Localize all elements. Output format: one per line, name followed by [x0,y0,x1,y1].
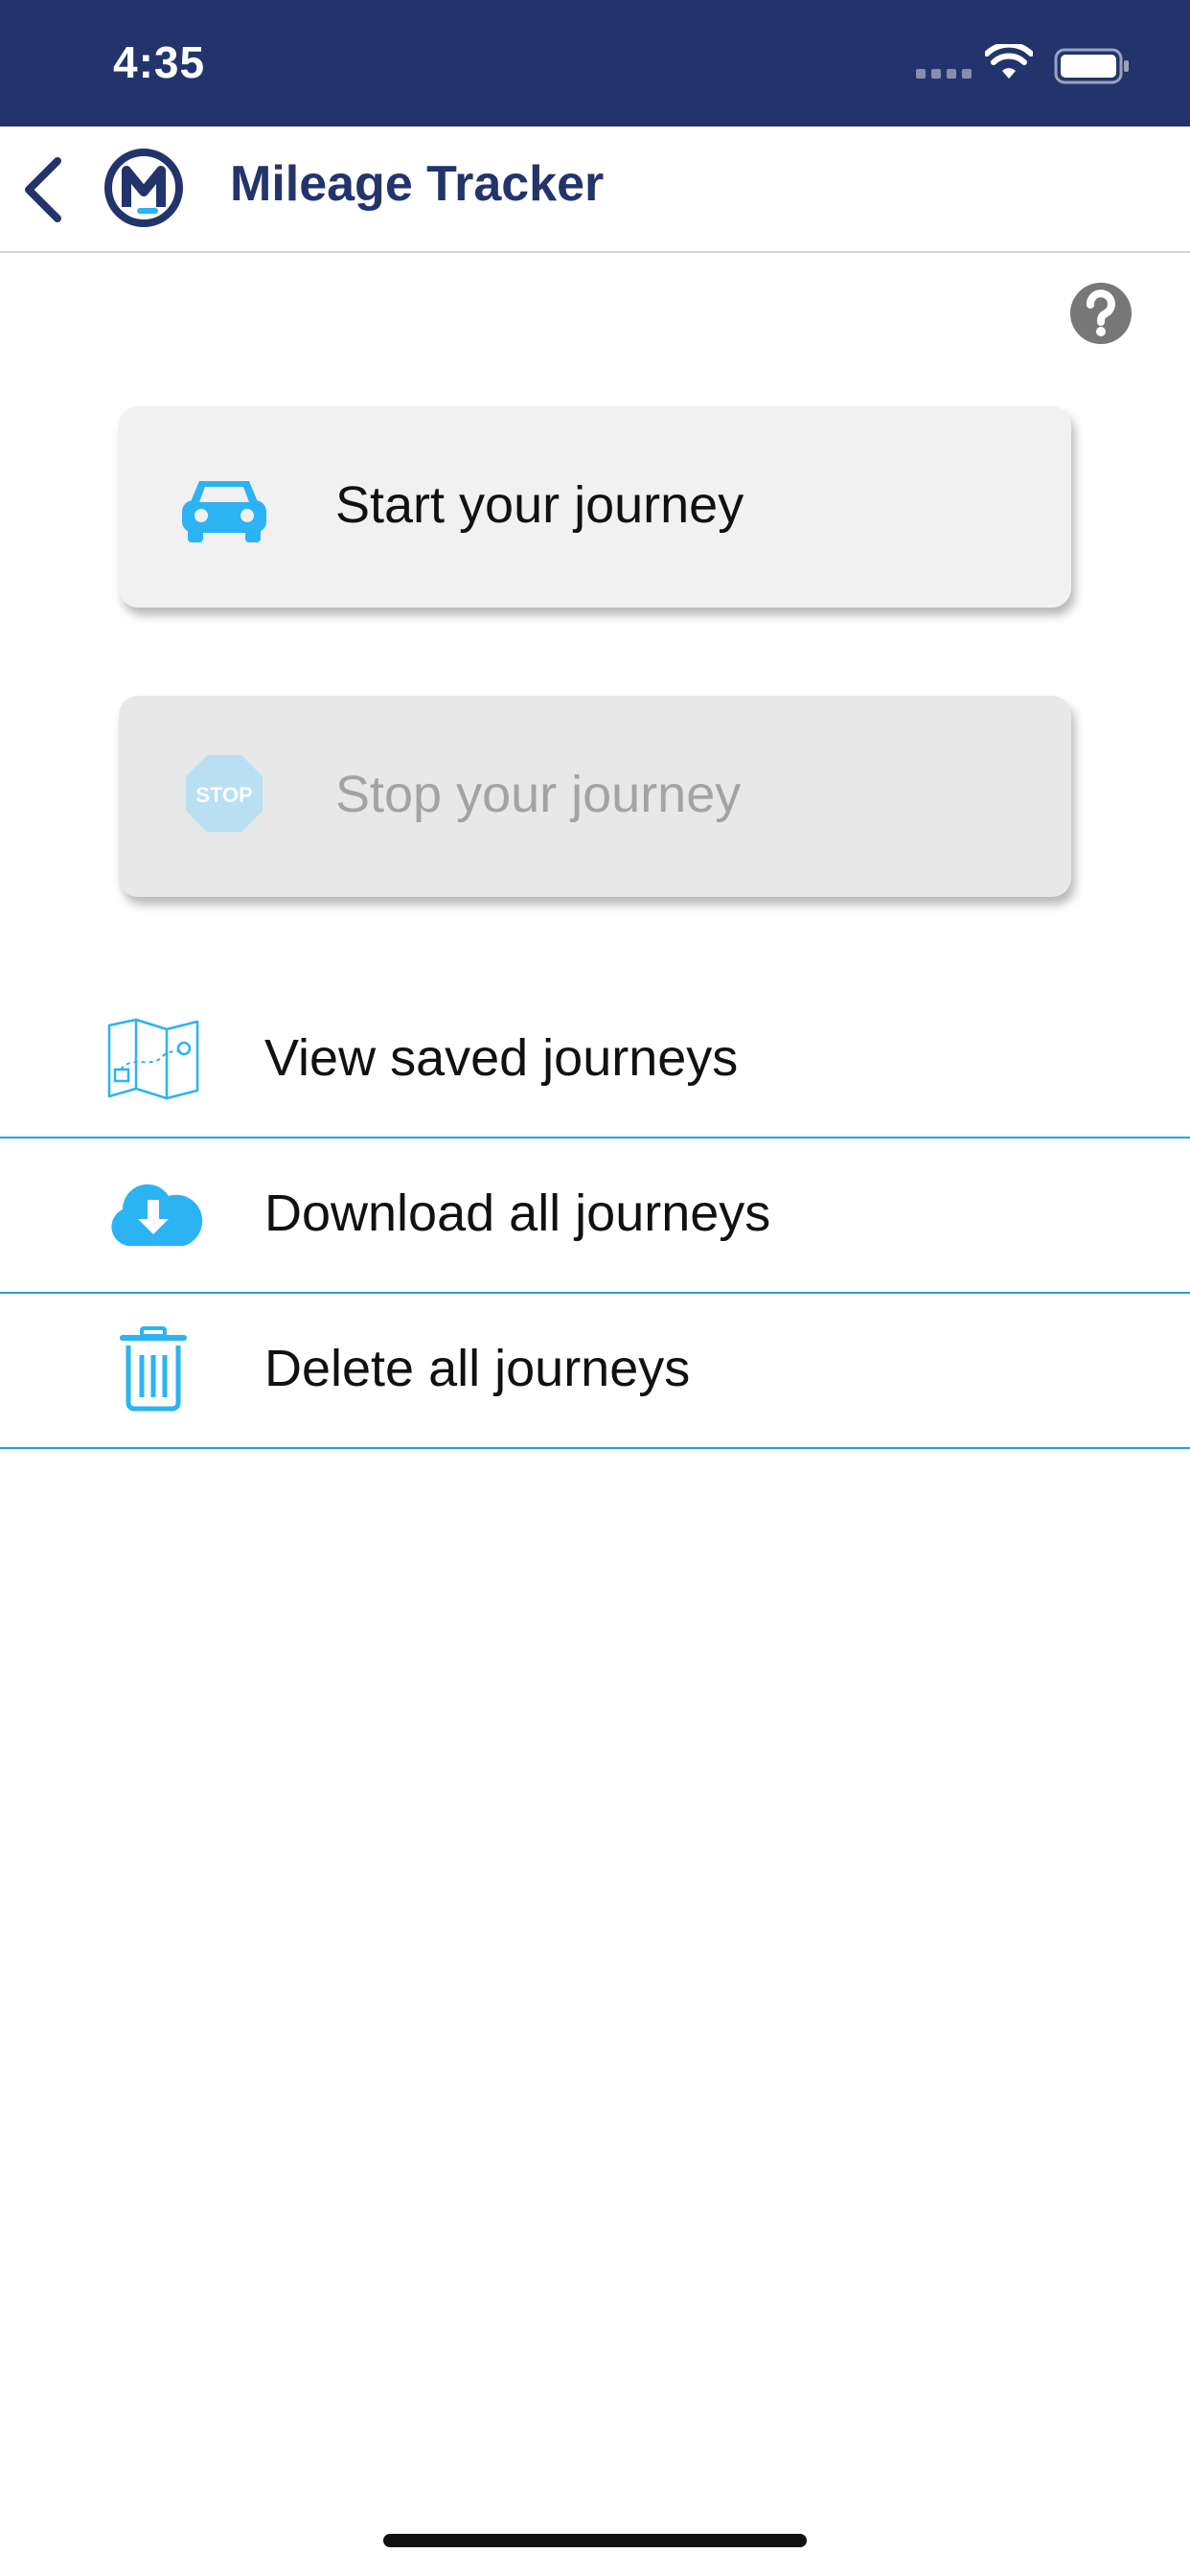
app-logo [104,149,183,227]
map-icon [107,1018,199,1100]
download-all-journeys-label: Download all journeys [264,1184,771,1242]
stop-journey-button[interactable]: STOP Stop your journey [119,696,1071,897]
cloud-download-icon [111,1184,203,1246]
navigation-bar: Mileage Tracker [0,126,1190,253]
status-bar: 4:35 [0,0,1190,126]
cellular-signal-icon [916,69,972,79]
svg-text:STOP: STOP [195,783,253,807]
stop-sign-icon: STOP [186,755,263,832]
wifi-icon [985,44,1033,79]
delete-all-journeys-label: Delete all journeys [264,1340,691,1397]
delete-all-journeys-row[interactable]: Delete all journeys [0,1292,1190,1449]
page-title: Mileage Tracker [230,156,605,212]
view-saved-journeys-label: View saved journeys [264,1029,739,1087]
view-saved-journeys-row[interactable]: View saved journeys [0,981,1190,1138]
back-button[interactable] [17,153,71,226]
car-icon [182,481,266,542]
download-all-journeys-row[interactable]: Download all journeys [0,1137,1190,1294]
battery-icon [1054,48,1129,84]
status-time: 4:35 [113,37,206,87]
stop-journey-label: Stop your journey [335,766,742,823]
start-journey-button[interactable]: Start your journey [119,406,1071,608]
trash-icon [120,1326,187,1412]
help-button[interactable] [1069,282,1133,345]
start-journey-label: Start your journey [335,476,744,534]
home-indicator[interactable] [383,2534,807,2547]
